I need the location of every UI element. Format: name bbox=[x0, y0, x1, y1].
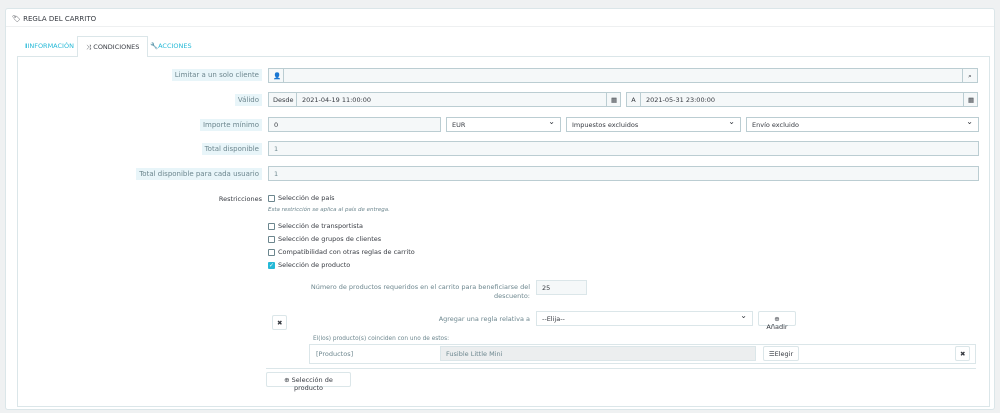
carrier-label: Selección de transportista bbox=[278, 222, 363, 230]
per-user-input[interactable]: 1 bbox=[268, 166, 979, 181]
groups-label: Selección de grupos de clientes bbox=[278, 235, 382, 243]
currency-select[interactable]: EUR bbox=[446, 117, 561, 132]
wrench-icon: 🔧 bbox=[150, 42, 159, 50]
total-label: Total disponible bbox=[60, 143, 262, 155]
product-checkbox[interactable]: ✓ bbox=[268, 262, 275, 269]
country-hint: Esta restricción se aplica al país de en… bbox=[268, 207, 390, 213]
calendar-icon[interactable]: ▦ bbox=[606, 92, 621, 107]
groups-checkbox[interactable] bbox=[268, 236, 275, 243]
tax-select[interactable]: Impuestos excluidos bbox=[566, 117, 741, 132]
total-input[interactable]: 1 bbox=[268, 141, 979, 156]
add-rule-label: Agregar una regla relativa a bbox=[438, 315, 530, 323]
product-label: Selección de producto bbox=[278, 261, 351, 269]
country-label: Selección de país bbox=[278, 194, 335, 202]
qty-label: Número de productos requeridos en el car… bbox=[310, 283, 530, 300]
customer-label: Limitar a un solo cliente bbox=[60, 69, 262, 81]
product-value-input[interactable]: Fusible Little Mini bbox=[440, 346, 756, 361]
customer-input[interactable] bbox=[283, 68, 963, 83]
from-addon: Desde bbox=[268, 92, 297, 107]
per-user-label: Total disponible para cada usuario bbox=[40, 168, 262, 180]
plus-circle-icon: ⊕ bbox=[284, 376, 290, 384]
to-addon: A bbox=[626, 92, 641, 107]
qty-input[interactable]: 25 bbox=[536, 280, 587, 295]
remove-rule-button[interactable]: ✖ bbox=[955, 346, 970, 361]
add-product-selection-button[interactable]: ⊕ Selección de producto bbox=[266, 372, 351, 392]
compat-checkbox[interactable] bbox=[268, 249, 275, 256]
restrictions-label: Restricciones bbox=[218, 195, 262, 203]
tag-icon: 🏷 bbox=[12, 15, 24, 23]
minimum-amount-input[interactable]: 0 bbox=[268, 117, 441, 132]
search-icon[interactable]: ⌕ bbox=[962, 68, 978, 83]
compat-label: Compatibilidad con otras reglas de carri… bbox=[278, 248, 415, 256]
user-icon: 👤 bbox=[268, 68, 284, 83]
divider bbox=[266, 368, 976, 369]
rule-type-select[interactable]: --Elija-- bbox=[536, 311, 753, 326]
date-from-input[interactable]: 2021-04-19 11:00:00 bbox=[296, 92, 607, 107]
match-label: El(los) producto(s) coinciden con uno de… bbox=[313, 336, 450, 342]
divider bbox=[6, 26, 994, 27]
calendar-icon[interactable]: ▦ bbox=[963, 92, 978, 107]
country-checkbox[interactable] bbox=[268, 195, 275, 202]
valid-label: Válido bbox=[60, 94, 262, 106]
carrier-checkbox[interactable] bbox=[268, 223, 275, 230]
minimum-label: Importe mínimo bbox=[60, 119, 262, 131]
plus-circle-icon: ⊕ bbox=[774, 315, 780, 323]
remove-rule-group-button[interactable]: ✖ bbox=[272, 315, 287, 330]
tab-informacion[interactable]: iINFORMACIÓN bbox=[17, 36, 82, 57]
choose-button[interactable]: ☰Elegir bbox=[763, 346, 799, 361]
add-button[interactable]: ⊕ Añadir bbox=[758, 311, 796, 331]
tab-acciones[interactable]: 🔧ACCIONES bbox=[142, 36, 200, 57]
date-to-input[interactable]: 2021-05-31 23:00:00 bbox=[640, 92, 964, 107]
panel-title: 🏷 REGLA DEL CARRITO bbox=[12, 15, 97, 23]
rule-type: [Productos] bbox=[316, 350, 354, 358]
shipping-select[interactable]: Envío excluido bbox=[746, 117, 979, 132]
tab-condiciones[interactable]: ⤨ CONDICIONES bbox=[77, 36, 149, 57]
